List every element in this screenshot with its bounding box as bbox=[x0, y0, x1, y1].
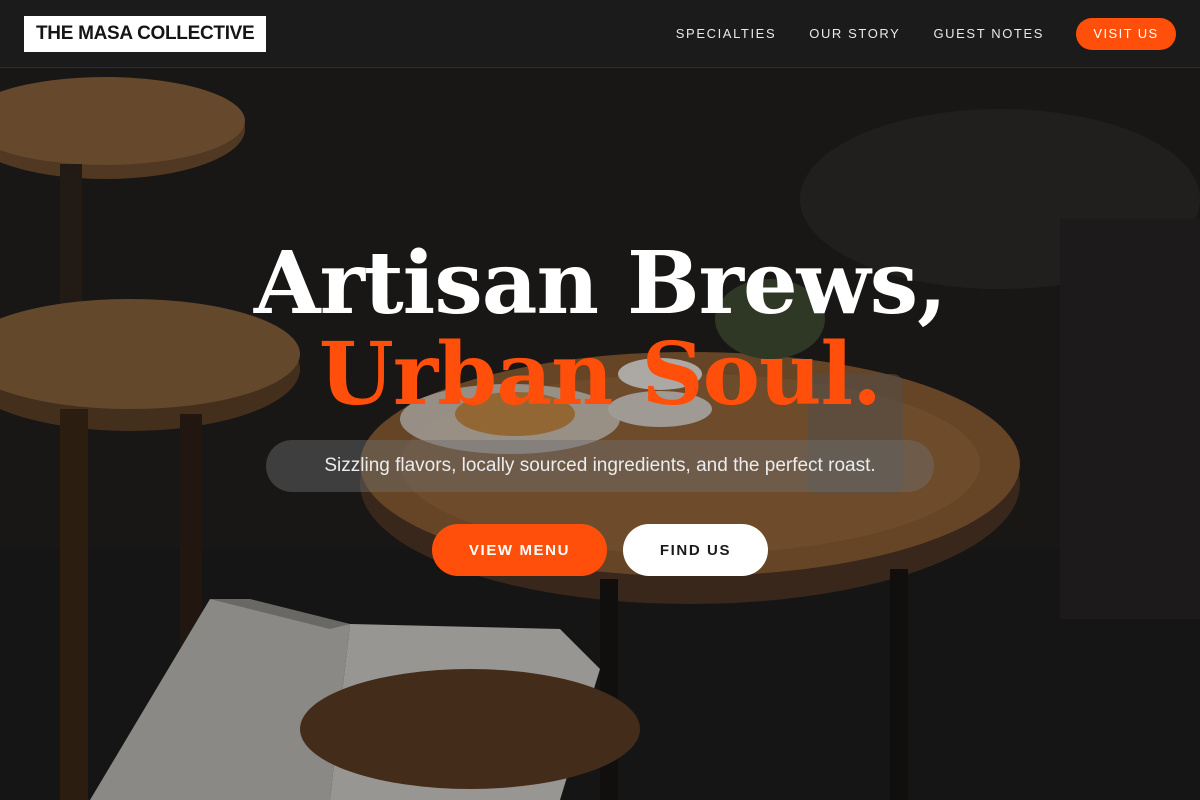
headline-line-1: Artisan Brews, bbox=[253, 233, 947, 334]
find-us-button[interactable]: FIND US bbox=[623, 524, 768, 576]
nav-link-specialties[interactable]: SPECIALTIES bbox=[676, 26, 776, 41]
hero-section: Artisan Brews, Urban Soul. Sizzling flav… bbox=[0, 69, 1200, 800]
main-nav: SPECIALTIES OUR STORY GUEST NOTES VISIT … bbox=[643, 17, 1176, 50]
brand-logo[interactable]: THE MASA COLLECTIVE bbox=[24, 15, 267, 52]
headline-line-2: Urban Soul. bbox=[318, 324, 882, 425]
hero-subtitle: Sizzling flavors, locally sourced ingred… bbox=[266, 440, 934, 492]
view-menu-button[interactable]: VIEW MENU bbox=[432, 524, 607, 576]
visit-us-button[interactable]: VISIT US bbox=[1076, 17, 1176, 50]
site-header: THE MASA COLLECTIVE SPECIALTIES OUR STOR… bbox=[0, 0, 1200, 68]
nav-link-our-story[interactable]: OUR STORY bbox=[809, 26, 900, 41]
nav-link-guest-notes[interactable]: GUEST NOTES bbox=[933, 26, 1044, 41]
hero-dark-overlay bbox=[0, 69, 1200, 800]
